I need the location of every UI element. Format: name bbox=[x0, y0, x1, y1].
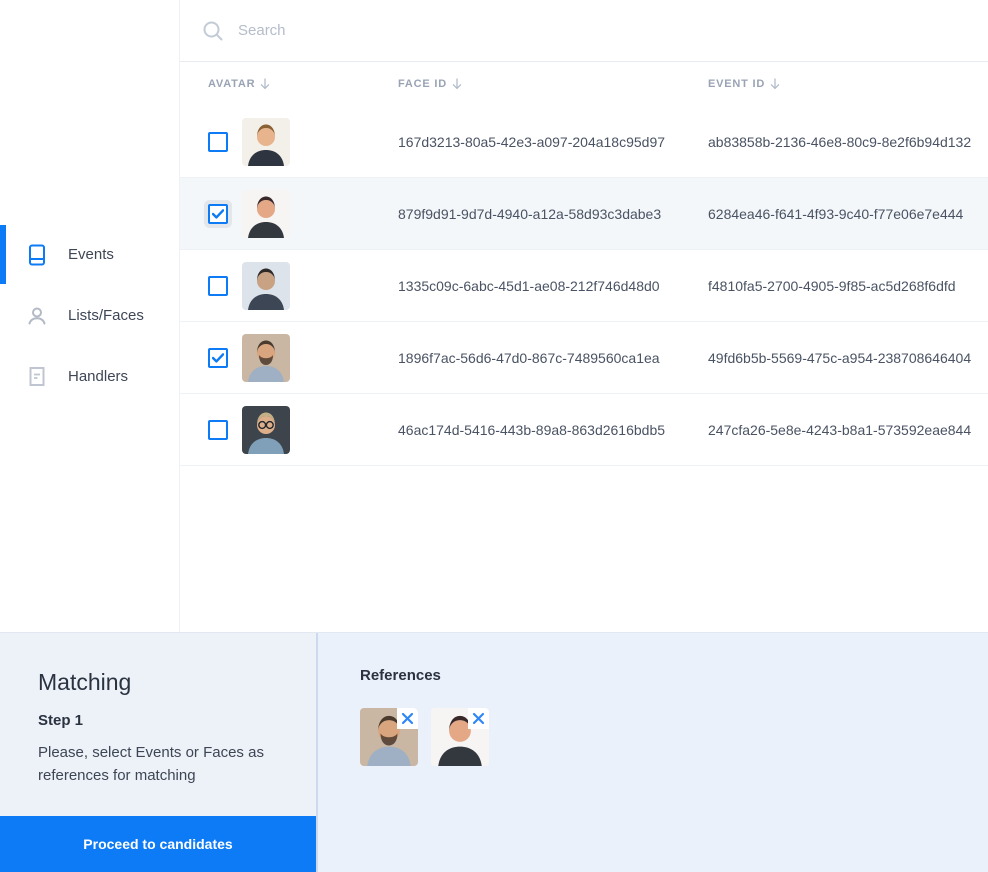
column-label: FACE ID bbox=[398, 78, 447, 90]
close-icon bbox=[401, 712, 414, 725]
avatar-cell bbox=[242, 118, 398, 166]
checkbox-cell bbox=[208, 204, 242, 224]
row-checkbox[interactable] bbox=[208, 204, 228, 224]
avatar[interactable] bbox=[242, 406, 290, 454]
check-icon bbox=[212, 353, 224, 363]
avatar[interactable] bbox=[242, 190, 290, 238]
avatar-image-man-glasses bbox=[242, 406, 290, 454]
column-header-face-id[interactable]: FACE ID bbox=[398, 78, 708, 90]
table-row[interactable]: 1896f7ac-56d6-47d0-867c-7489560ca1ea 49f… bbox=[180, 322, 988, 394]
reference-thumbnail bbox=[360, 708, 418, 766]
search-bar bbox=[180, 0, 988, 62]
avatar-image-man-beard bbox=[242, 334, 290, 382]
matching-step: Step 1 bbox=[38, 712, 316, 729]
sidebar-item-lists-faces[interactable]: Lists/Faces bbox=[0, 285, 179, 346]
bottom-panel: Matching Step 1 Please, select Events or… bbox=[0, 632, 988, 872]
avatar[interactable] bbox=[242, 334, 290, 382]
avatar-cell bbox=[242, 406, 398, 454]
event-id: 6284ea46-f641-4f93-9c40-f77e06e7e444 bbox=[708, 206, 988, 222]
table-row[interactable]: 46ac174d-5416-443b-89a8-863d2616bdb5 247… bbox=[180, 394, 988, 466]
avatar[interactable] bbox=[242, 262, 290, 310]
matching-title: Matching bbox=[38, 669, 316, 696]
event-id: 49fd6b5b-5569-475c-a954-238708646404 bbox=[708, 350, 988, 366]
sidebar: Events Lists/Faces Handlers bbox=[0, 0, 180, 632]
handlers-icon bbox=[26, 366, 48, 388]
sidebar-item-label: Events bbox=[68, 246, 114, 263]
references-title: References bbox=[360, 667, 988, 684]
reference-thumbnail bbox=[431, 708, 489, 766]
proceed-to-candidates-button[interactable]: Proceed to candidates bbox=[0, 816, 316, 872]
face-id: 1335c09c-6abc-45d1-ae08-212f746d48d0 bbox=[398, 278, 708, 294]
column-header-avatar[interactable]: AVATAR bbox=[208, 78, 398, 90]
avatar-cell bbox=[242, 190, 398, 238]
avatar-image-man-smile bbox=[242, 118, 290, 166]
avatar-image-woman-dark-hair bbox=[242, 190, 290, 238]
table-header: AVATAR FACE ID EVENT ID bbox=[180, 62, 988, 106]
events-icon bbox=[26, 244, 48, 266]
matching-panel: Matching Step 1 Please, select Events or… bbox=[0, 633, 318, 872]
active-indicator bbox=[0, 225, 6, 284]
search-input[interactable] bbox=[238, 22, 638, 39]
avatar-cell bbox=[242, 262, 398, 310]
main-content: AVATAR FACE ID EVENT ID 167d3213-80a5-42e3… bbox=[180, 0, 988, 632]
event-id: ab83858b-2136-46e8-80c9-8e2f6b94d132 bbox=[708, 134, 988, 150]
sidebar-nav: Events Lists/Faces Handlers bbox=[0, 224, 179, 407]
matching-instruction: Please, select Events or Faces as refere… bbox=[38, 741, 278, 788]
face-id: 46ac174d-5416-443b-89a8-863d2616bdb5 bbox=[398, 422, 708, 438]
sidebar-item-handlers[interactable]: Handlers bbox=[0, 346, 179, 407]
row-checkbox[interactable] bbox=[208, 420, 228, 440]
sidebar-item-label: Handlers bbox=[68, 368, 128, 385]
sort-down-icon bbox=[260, 78, 270, 90]
avatar-image-man-suit bbox=[242, 262, 290, 310]
face-id: 1896f7ac-56d6-47d0-867c-7489560ca1ea bbox=[398, 350, 708, 366]
column-label: AVATAR bbox=[208, 78, 255, 90]
close-icon bbox=[472, 712, 485, 725]
sort-down-icon bbox=[770, 78, 780, 90]
search-icon bbox=[202, 20, 224, 42]
row-checkbox[interactable] bbox=[208, 132, 228, 152]
table-body: 167d3213-80a5-42e3-a097-204a18c95d97 ab8… bbox=[180, 106, 988, 466]
checkbox-cell bbox=[208, 348, 242, 368]
sidebar-item-events[interactable]: Events bbox=[0, 224, 179, 285]
column-label: EVENT ID bbox=[708, 78, 765, 90]
check-icon bbox=[212, 209, 224, 219]
row-checkbox[interactable] bbox=[208, 348, 228, 368]
table-row[interactable]: 879f9d91-9d7d-4940-a12a-58d93c3dabe3 628… bbox=[180, 178, 988, 250]
avatar[interactable] bbox=[242, 118, 290, 166]
row-checkbox[interactable] bbox=[208, 276, 228, 296]
face-matching-app: Events Lists/Faces Handlers AVATAR FACE I… bbox=[0, 0, 988, 872]
remove-reference-button[interactable] bbox=[468, 708, 489, 729]
face-id: 879f9d91-9d7d-4940-a12a-58d93c3dabe3 bbox=[398, 206, 708, 222]
sidebar-item-label: Lists/Faces bbox=[68, 307, 144, 324]
sort-down-icon bbox=[452, 78, 462, 90]
references-list bbox=[360, 708, 988, 766]
avatar-cell bbox=[242, 334, 398, 382]
table-row[interactable]: 1335c09c-6abc-45d1-ae08-212f746d48d0 f48… bbox=[180, 250, 988, 322]
references-panel: References bbox=[318, 633, 988, 872]
checkbox-cell bbox=[208, 132, 242, 152]
checkbox-cell bbox=[208, 420, 242, 440]
checkbox-cell bbox=[208, 276, 242, 296]
table-row[interactable]: 167d3213-80a5-42e3-a097-204a18c95d97 ab8… bbox=[180, 106, 988, 178]
remove-reference-button[interactable] bbox=[397, 708, 418, 729]
column-header-event-id[interactable]: EVENT ID bbox=[708, 78, 988, 90]
event-id: 247cfa26-5e8e-4243-b8a1-573592eae844 bbox=[708, 422, 988, 438]
top-section: Events Lists/Faces Handlers AVATAR FACE I… bbox=[0, 0, 988, 632]
event-id: f4810fa5-2700-4905-9f85-ac5d268f6dfd bbox=[708, 278, 988, 294]
face-id: 167d3213-80a5-42e3-a097-204a18c95d97 bbox=[398, 134, 708, 150]
lists-faces-icon bbox=[26, 305, 48, 327]
